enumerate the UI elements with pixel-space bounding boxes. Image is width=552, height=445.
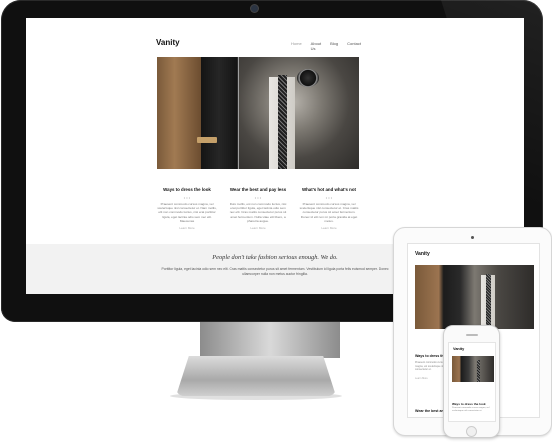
feature-text: Praesent commodo cursus magna, vel scele… [157, 202, 217, 223]
hero-watch [297, 69, 319, 87]
hero-door-handle [197, 137, 217, 143]
feature-dots: • • • [183, 195, 191, 200]
feature-column: Ways to dress the look • • • Praesent co… [157, 187, 217, 230]
feature-title: Wear the best and pay less [229, 187, 287, 192]
phone-site-logo[interactable]: Vanity [453, 347, 464, 351]
quote-text: Porttitor ligula, eget lacinia odio sem … [161, 267, 389, 277]
camera-icon [251, 5, 258, 12]
learn-more-link[interactable]: Learn More [228, 226, 288, 230]
tablet-feature-text: Praesent commodo cursus magna, vel scele… [415, 361, 446, 372]
hero-door [201, 57, 237, 169]
phone-feature-title: Ways to dress the look [452, 402, 486, 406]
feature-text: Praesent commodo cursus magna, vel scele… [299, 202, 359, 223]
tablet-hero-image [415, 265, 534, 329]
camera-icon [471, 236, 474, 239]
nav-item-about[interactable]: About Us [311, 41, 321, 51]
speaker-icon [466, 334, 478, 336]
nav-item-contact[interactable]: Contact [347, 41, 361, 51]
feature-dots: • • • [254, 195, 262, 200]
site-header: Vanity Home About Us Blog Contact [156, 38, 361, 52]
learn-more-link[interactable]: Learn More [157, 226, 217, 230]
hero-wood-panel [157, 57, 201, 169]
learn-more-link[interactable]: Learn More [299, 226, 359, 230]
feature-title: What's hot and what's not [301, 187, 357, 192]
imac-stand-base [176, 356, 336, 396]
nav-item-home[interactable]: Home [291, 41, 302, 51]
hero-tie [486, 274, 491, 329]
nav-item-blog[interactable]: Blog [330, 41, 338, 51]
phone-hero-image [452, 356, 494, 382]
site-nav: Home About Us Blog Contact [291, 41, 361, 51]
feature-column: Wear the best and pay less • • • Duis mo… [228, 187, 288, 230]
feature-title: Ways to dress the look [163, 187, 211, 192]
site-logo[interactable]: Vanity [156, 38, 180, 47]
imac-stand-neck [200, 322, 340, 358]
hero-tie [477, 360, 480, 382]
hero-tie [278, 75, 287, 169]
phone-feature-text: Praesent commodo cursus magna, vel scele… [452, 407, 490, 412]
tablet-site-logo[interactable]: Vanity [415, 251, 430, 257]
feature-dots: • • • [325, 195, 333, 200]
hero-image [157, 57, 359, 169]
tablet-learn-more-link[interactable]: Learn More [415, 377, 428, 380]
feature-text: Duis mollis, est non commodo luctus, nis… [229, 202, 287, 223]
phone-device: Vanity Ways to dress the look Praesent c… [443, 325, 500, 438]
home-button-icon [466, 426, 477, 437]
feature-column: What's hot and what's not • • • Praesent… [299, 187, 359, 230]
feature-columns: Ways to dress the look • • • Praesent co… [157, 187, 359, 230]
phone-screen: Vanity Ways to dress the look Praesent c… [448, 342, 496, 422]
